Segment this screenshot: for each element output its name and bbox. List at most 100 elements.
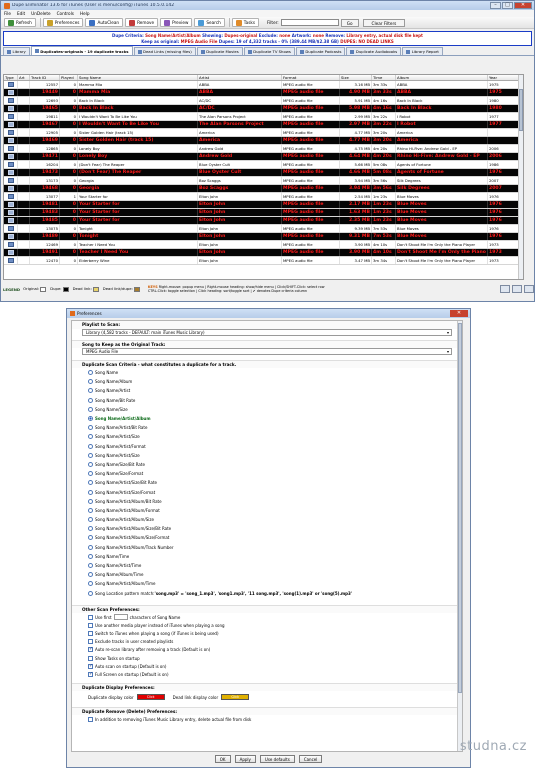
menu-undelete[interactable]: UnDelete (31, 11, 50, 16)
criteria-radio-song-name-artist-size[interactable]: Song Name/Artist/Size (72, 432, 458, 441)
clear-filters-button[interactable]: Clear Filters (362, 18, 406, 27)
option-checkbox[interactable] (88, 639, 93, 645)
table-row[interactable]: 12470 0 Elderberry Wine Elton John MPEG audi… (4, 257, 523, 265)
column-header-track-id[interactable]: Track ID (30, 75, 60, 80)
menu-help[interactable]: Help (80, 11, 90, 16)
radio-button[interactable] (88, 489, 93, 495)
criteria-radio-song-name-artist-album-time[interactable]: Song Name/Artist/Album/Time (72, 579, 458, 588)
radio-button[interactable] (88, 471, 93, 477)
radio-button[interactable] (88, 480, 93, 486)
minimize-button[interactable]: – (490, 1, 501, 9)
table-row[interactable]: 12469 0 Teacher I Need You Elton John MPEG a… (4, 241, 523, 249)
criteria-radio-song-name-artist-album-size-bit-rate[interactable]: Song Name/Artist/Album/Size/Bit Rate (72, 524, 458, 533)
column-header-time[interactable]: Time (372, 75, 396, 80)
criteria-radio-song-name-artist-album-bit-rate[interactable]: Song Name/Artist/Album/Bit Rate (72, 497, 458, 506)
radio-button[interactable] (88, 590, 93, 596)
view-detail-icon[interactable] (512, 285, 522, 293)
criteria-radio-song-name-artist-album-format[interactable]: Song Name/Artist/Album/Format (72, 506, 458, 515)
column-header-format[interactable]: Format (282, 75, 340, 80)
dead-color-swatch[interactable]: Click (221, 694, 250, 700)
criteria-radio-song-name-artist-time[interactable]: Song Name/Artist/Time (72, 561, 458, 570)
table-row[interactable]: 19485 0 Your Starter for Elton John MPEG aud… (4, 217, 523, 225)
tab-duplicate-audiobooks[interactable]: Duplicate Audiobooks (346, 47, 402, 55)
column-header-artist[interactable]: Artist (198, 75, 282, 80)
option-checkbox[interactable] (88, 663, 93, 669)
option-checkbox[interactable] (88, 622, 93, 628)
criteria-radio-song-name-size-bit-rate[interactable]: Song Name/Size/Bit Rate (72, 460, 458, 469)
table-row[interactable]: 19467 0 I Wouldn't Want To Be Like You The … (4, 121, 523, 129)
table-row[interactable]: 19465 0 Back In Black AC/DC MPEG audio file 5… (4, 105, 523, 113)
table-row[interactable]: 12905 0 Sister Golden Hair (track 15) Ameri… (4, 129, 523, 137)
radio-button[interactable] (88, 425, 93, 431)
radio-button[interactable] (88, 553, 93, 559)
table-row[interactable]: 13077 1 Your Starter for Elton John MPEG aud… (4, 193, 523, 201)
table-row[interactable]: 13075 0 Tonight Elton John MPEG audio file 9.… (4, 225, 523, 233)
maximize-button[interactable]: □ (502, 1, 513, 9)
criteria-radio-song-name-size-format[interactable]: Song Name/Size/Format (72, 469, 458, 478)
table-row[interactable]: 19481 0 Your Starter for Elton John MPEG aud… (4, 201, 523, 209)
column-header-played[interactable]: Played (60, 75, 78, 80)
criteria-radio-song-name-size[interactable]: Song Name/Size (72, 405, 458, 414)
autoclean-button[interactable]: AutoClean (85, 18, 124, 27)
radio-button[interactable] (88, 544, 93, 550)
dialog-scrollbar[interactable] (457, 321, 462, 751)
radio-button[interactable] (88, 452, 93, 458)
radio-button[interactable] (88, 517, 93, 523)
table-row[interactable]: 19473 0 (Don't Fear) The Reaper Blue Oyster… (4, 169, 523, 177)
table-row[interactable]: 12693 0 Back In Black AC/DC MPEG audio file 5… (4, 97, 523, 105)
table-row[interactable]: 19449 0 Mamma Mia ABBA MPEG audio file 4.90 M… (4, 89, 523, 97)
table-row[interactable]: 19491 0 Teacher I Need You Elton John MPEG a… (4, 249, 523, 257)
criteria-radio-song-name-bit-rate[interactable]: Song Name/Bit Rate (72, 396, 458, 405)
column-header-size[interactable]: Size (340, 75, 372, 80)
option-checkbox[interactable] (88, 671, 93, 677)
radio-button[interactable] (88, 443, 93, 449)
apply-button[interactable]: Apply (234, 755, 256, 763)
radio-button[interactable] (88, 507, 93, 513)
option-checkbox[interactable] (88, 647, 93, 653)
menu-edit[interactable]: Edit (17, 11, 25, 16)
use-first-checkbox[interactable] (88, 614, 93, 620)
view-list-icon[interactable] (500, 285, 510, 293)
cancel-button[interactable]: Cancel (298, 755, 323, 763)
playlist-select[interactable]: Library (4,582 tracks - DEFAULT: main iT… (82, 329, 452, 336)
radio-button[interactable] (88, 416, 93, 422)
go-button[interactable]: Go (340, 18, 359, 27)
radio-button[interactable] (88, 498, 93, 504)
criteria-radio-song-name-artist[interactable]: Song Name/Artist (72, 386, 458, 395)
column-header-art[interactable]: Art (18, 75, 30, 80)
option-checkbox[interactable] (88, 630, 93, 636)
tab-duplicate-movies[interactable]: Duplicate Movies (196, 47, 243, 55)
radio-button[interactable] (88, 397, 93, 403)
grid-scrollbar[interactable] (518, 75, 523, 279)
radio-button[interactable] (88, 563, 93, 569)
radio-button[interactable] (88, 581, 93, 587)
criteria-radio-song-name-artist-album[interactable]: Song Name/Artist/Album (72, 414, 458, 423)
table-row[interactable]: 19469 0 Sister Golden Hair (track 15) Ameri… (4, 137, 523, 145)
table-row[interactable]: 13173 0 Georgia Boz Scaggs MPEG audio file 3.… (4, 177, 523, 185)
use-defaults-button[interactable]: Use defaults (259, 755, 295, 763)
search-button[interactable]: Search (194, 18, 225, 27)
table-row[interactable]: 16204 0 (Don't Fear) The Reaper Blue Oyster… (4, 161, 523, 169)
table-row[interactable]: 19468 0 Georgia Boz Scaggs MPEG audio file 3.… (4, 185, 523, 193)
tab-duplicates-originals-19-duplicate-tracks[interactable]: Duplicates-originals - 19 duplicate trac… (30, 46, 133, 55)
tasks-button[interactable]: Tasks (231, 18, 259, 27)
criteria-radio-song-name-time[interactable]: Song Name/Time (72, 552, 458, 561)
column-header-type[interactable]: Type (4, 75, 18, 80)
filter-input[interactable] (280, 19, 339, 26)
preferences-button[interactable]: Preferences (42, 18, 84, 27)
criteria-radio-song-name-artist-size-format[interactable]: Song Name/Artist/Size/Format (72, 487, 458, 496)
preview-button[interactable]: Preview (160, 18, 193, 27)
table-row[interactable]: 12557 0 Mamma Mia ABBA MPEG audio file 3.16 M… (4, 81, 523, 89)
column-header-year[interactable]: Year (488, 75, 520, 80)
criteria-radio-song-name[interactable]: Song Name (72, 368, 458, 377)
tab-duplicate-podcasts[interactable]: Duplicate Podcasts (295, 47, 346, 55)
tab-duplicate-tv-shows[interactable]: Duplicate TV Shows (243, 47, 295, 55)
menu-controls[interactable]: Controls (57, 11, 74, 16)
dialog-scrollbar-thumb[interactable] (458, 323, 462, 693)
criteria-radio-song-name-album[interactable]: Song Name/Album (72, 377, 458, 386)
dialog-close-button[interactable]: ✕ (450, 310, 468, 317)
tab-dead-links-missing-files[interactable]: Dead Links (missing files) (133, 47, 196, 55)
scrollbar-thumb[interactable] (519, 89, 523, 131)
criteria-radio-location[interactable]: Song Location pattern match: 'song.mp3' … (72, 589, 458, 598)
close-button[interactable]: ✕ (514, 1, 532, 9)
